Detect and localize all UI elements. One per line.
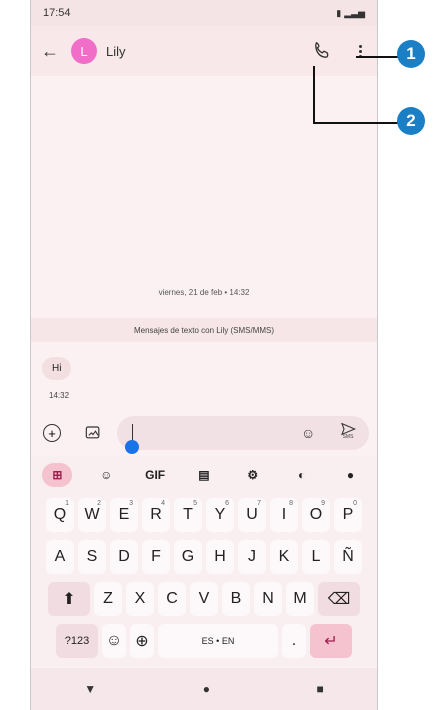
battery-icon: ▮	[336, 7, 342, 18]
key-l[interactable]: L	[302, 540, 330, 574]
period-key[interactable]: .	[282, 624, 306, 658]
key-a[interactable]: A	[46, 540, 74, 574]
keyboard-toolbar: ⊞ ☺ GIF ▤ ⚙ ◐ ●	[31, 456, 377, 494]
globe-key[interactable]: ⊕	[130, 624, 154, 658]
key-w[interactable]: W2	[78, 498, 106, 532]
callout-2: 2	[397, 107, 425, 135]
key-n[interactable]: N	[254, 582, 282, 616]
key-y[interactable]: Y6	[206, 498, 234, 532]
keyboard-row-2: A S D F G H J K L Ñ	[31, 540, 377, 580]
status-icons: ▮ ▂▃▅	[336, 8, 365, 19]
key-s[interactable]: S	[78, 540, 106, 574]
status-bar: 17:54 ▮ ▂▃▅	[31, 0, 377, 26]
enter-icon: ↵	[324, 633, 338, 650]
send-sms-button[interactable]: SMS	[337, 422, 359, 444]
add-attachment-icon[interactable]: +	[43, 424, 61, 442]
callout-1: 1	[397, 40, 425, 68]
key-f[interactable]: F	[142, 540, 170, 574]
gear-icon[interactable]: ⚙	[238, 463, 268, 487]
back-arrow-icon[interactable]: ←	[41, 41, 67, 62]
clipboard-icon[interactable]: ▤	[189, 463, 219, 487]
home-nav-icon[interactable]: ●	[203, 682, 210, 696]
key-b[interactable]: B	[222, 582, 250, 616]
callout-line-2-horizontal	[313, 122, 398, 124]
sms-notice: Mensajes de texto con Lily (SMS/MMS)	[31, 318, 377, 342]
enter-key[interactable]: ↵	[310, 624, 352, 658]
keyboard-row-3: ⬆ Z X C V B N M ⌫	[31, 582, 377, 622]
backspace-key[interactable]: ⌫	[318, 582, 360, 616]
palette-icon[interactable]: ◐	[287, 463, 317, 487]
recents-nav-icon[interactable]: ■	[316, 682, 323, 696]
sticker-icon[interactable]: ☺	[91, 463, 121, 487]
message-bubble[interactable]: Hi	[42, 357, 72, 380]
key-e[interactable]: E3	[110, 498, 138, 532]
keyboard-row-4: ?123 ☺ ⊕ ES • EN . ↵	[31, 624, 377, 664]
key-j[interactable]: J	[238, 540, 266, 574]
cursor-handle[interactable]	[125, 440, 139, 454]
gallery-icon[interactable]	[83, 422, 103, 442]
symbols-key[interactable]: ?123	[56, 624, 98, 658]
key-n-tilde[interactable]: Ñ	[334, 540, 362, 574]
key-c[interactable]: C	[158, 582, 186, 616]
key-k[interactable]: K	[270, 540, 298, 574]
key-d[interactable]: D	[110, 540, 138, 574]
space-key[interactable]: ES • EN	[158, 624, 278, 658]
backspace-icon: ⌫	[327, 591, 351, 608]
key-x[interactable]: X	[126, 582, 154, 616]
key-h[interactable]: H	[206, 540, 234, 574]
back-nav-icon[interactable]: ▼	[84, 682, 96, 696]
key-p[interactable]: P0	[334, 498, 362, 532]
message-time: 14:32	[49, 391, 70, 400]
key-z[interactable]: Z	[94, 582, 122, 616]
key-q[interactable]: Q1	[46, 498, 74, 532]
keyboard: ⊞ ☺ GIF ▤ ⚙ ◐ ● Q1 W2 E3 R4 T5 Y6 U7 I8 …	[31, 456, 377, 666]
microphone-icon[interactable]: ●	[335, 463, 365, 487]
avatar[interactable]: L	[71, 38, 97, 64]
apps-grid-icon[interactable]: ⊞	[42, 463, 73, 487]
emoji-small-icon: ☺	[105, 632, 123, 649]
conversation-header: ← L Lily	[31, 26, 377, 76]
globe-icon: ⊕	[135, 633, 149, 650]
callout-line-2-vertical	[313, 66, 315, 124]
emoji-comma-key[interactable]: ☺	[102, 624, 126, 658]
shift-icon: ⬆	[62, 591, 76, 608]
key-t[interactable]: T5	[174, 498, 202, 532]
key-i[interactable]: I8	[270, 498, 298, 532]
sms-label: SMS	[342, 434, 354, 440]
phone-screen: 17:54 ▮ ▂▃▅ ← L Lily viernes, 21 de feb …	[30, 0, 378, 710]
emoji-icon[interactable]: ☺	[301, 425, 315, 441]
signal-icon: ▂▃▅	[344, 7, 365, 18]
conversation-date: viernes, 21 de feb • 14:32	[158, 288, 250, 297]
key-o[interactable]: O9	[302, 498, 330, 532]
shift-key[interactable]: ⬆	[48, 582, 90, 616]
phone-call-icon[interactable]	[311, 40, 333, 62]
key-r[interactable]: R4	[142, 498, 170, 532]
navigation-bar: ▼ ● ■	[31, 668, 377, 710]
compose-bar: + ☺ SMS	[31, 416, 377, 454]
key-m[interactable]: M	[286, 582, 314, 616]
callout-line-1	[356, 56, 398, 58]
key-u[interactable]: U7	[238, 498, 266, 532]
message-input[interactable]	[117, 416, 369, 450]
keyboard-row-1: Q1 W2 E3 R4 T5 Y6 U7 I8 O9 P0	[31, 498, 377, 538]
status-time: 17:54	[43, 7, 71, 19]
key-g[interactable]: G	[174, 540, 202, 574]
gif-button[interactable]: GIF	[140, 463, 170, 487]
contact-name[interactable]: Lily	[106, 44, 311, 59]
key-v[interactable]: V	[190, 582, 218, 616]
